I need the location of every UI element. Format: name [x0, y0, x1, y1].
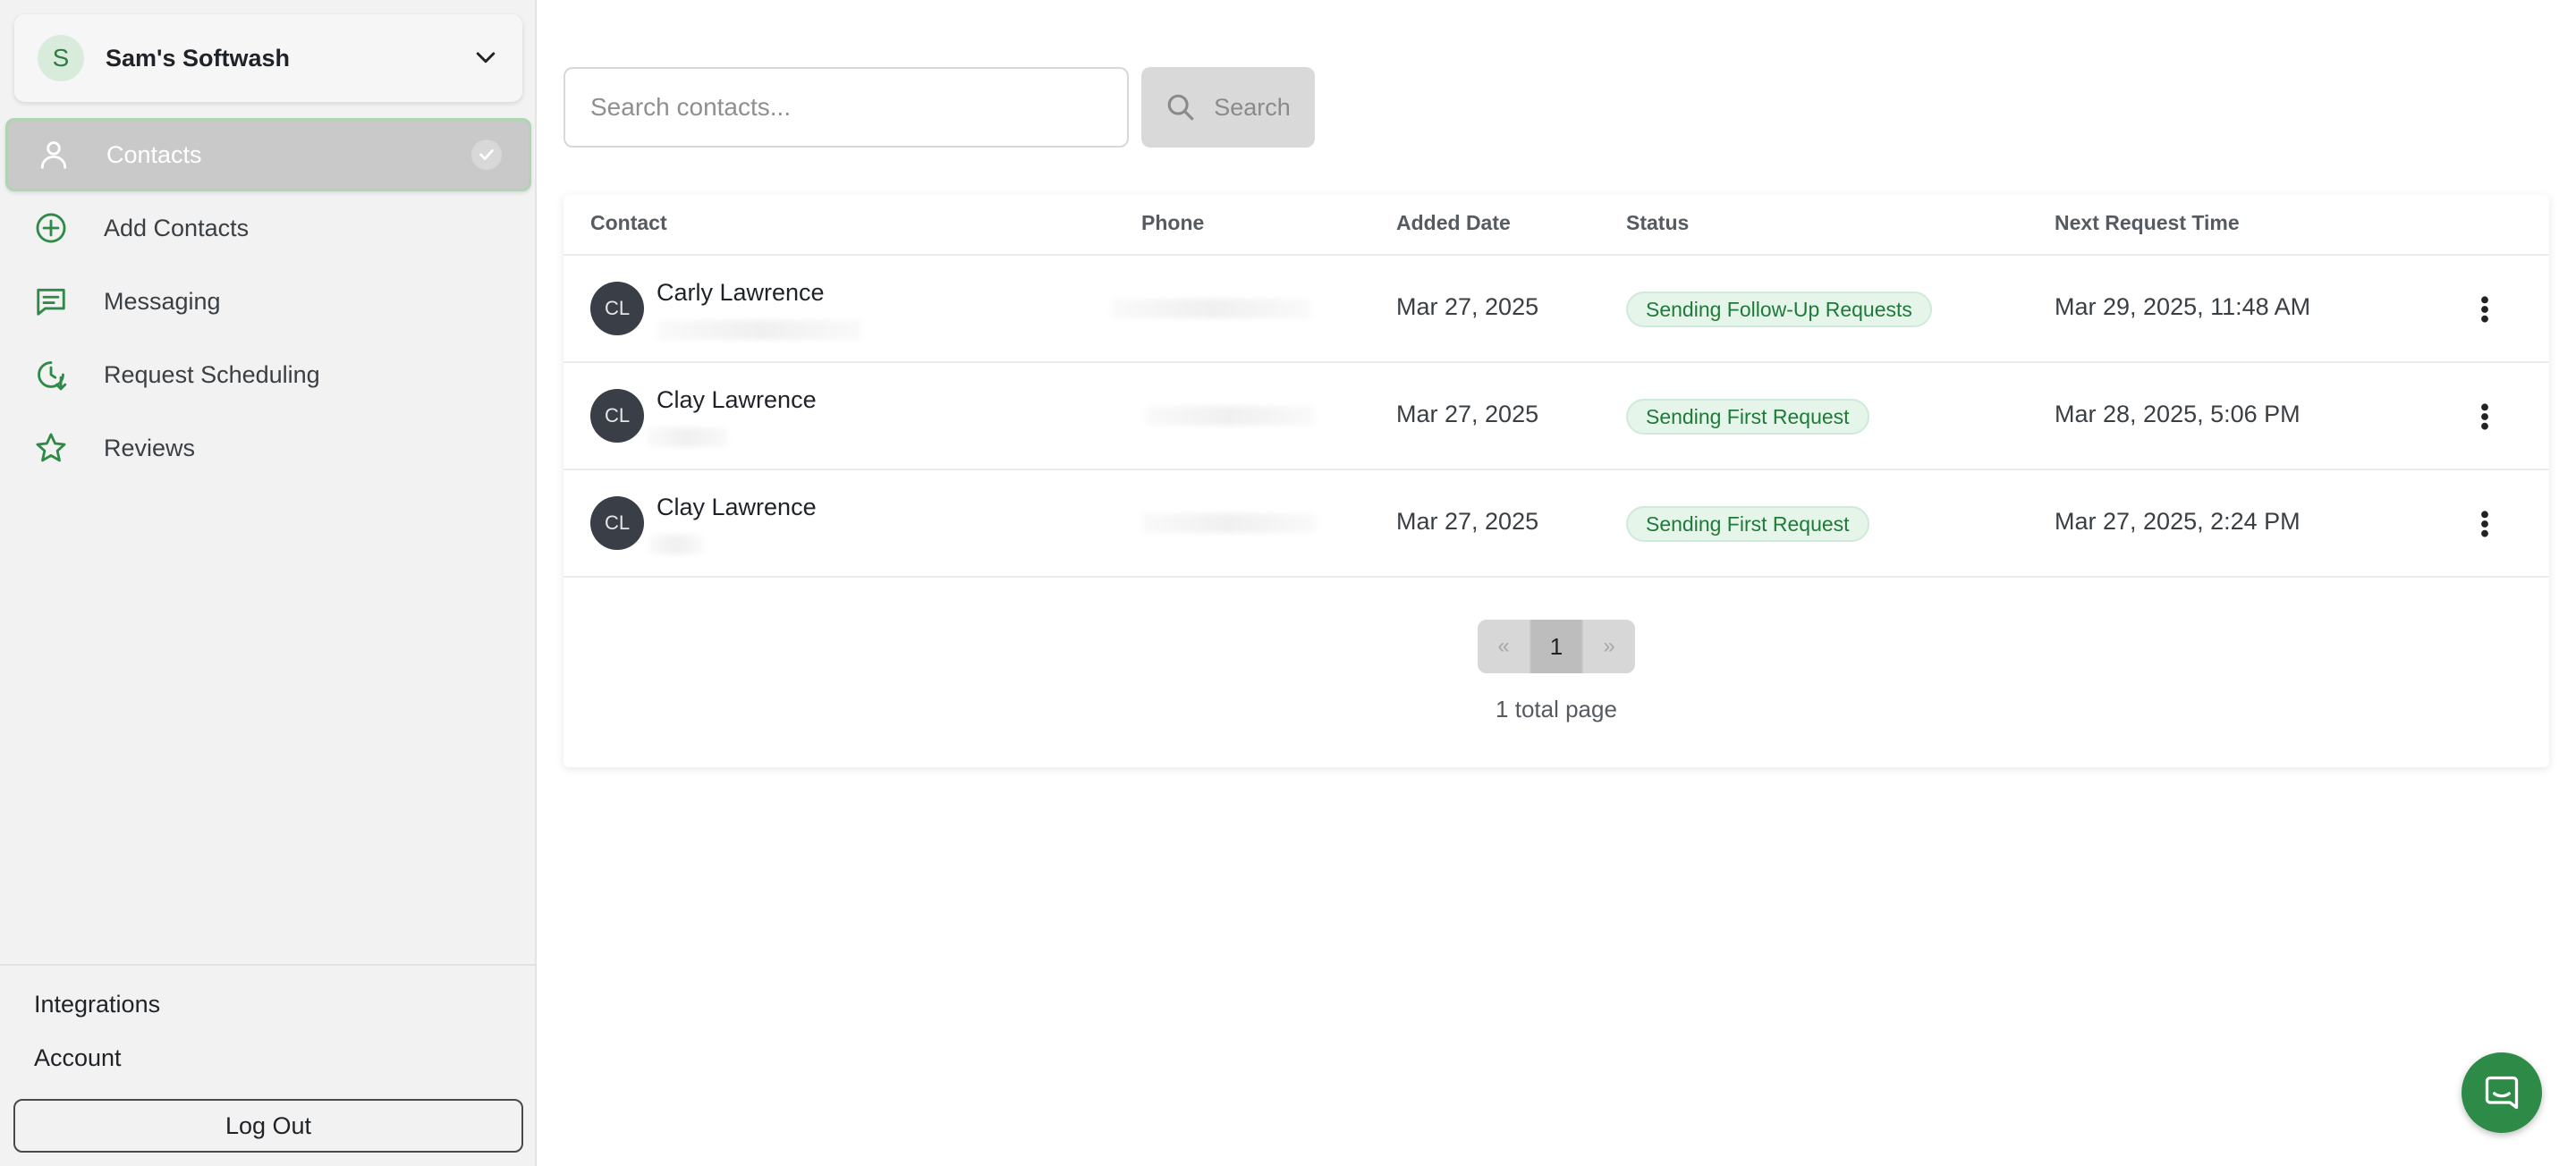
sidebar-item-label: Contacts: [106, 140, 202, 168]
redacted-phone: [1141, 513, 1317, 533]
sidebar: S Sam's Softwash Contacts Add Contacts M…: [0, 0, 537, 1166]
column-header-contact: Contact: [590, 211, 667, 234]
contact-name: Carly Lawrence: [657, 279, 825, 306]
column-header-next-request-time: Next Request Time: [2055, 211, 2240, 234]
account-link[interactable]: Account: [34, 1044, 122, 1072]
column-header-phone: Phone: [1141, 211, 1205, 234]
contact-name: Clay Lawrence: [657, 386, 817, 413]
sidebar-item-label: Messaging: [104, 287, 221, 315]
total-pages-label: 1 total page: [1496, 696, 1617, 722]
more-options-icon[interactable]: [2479, 510, 2490, 538]
redacted-email: [649, 535, 703, 554]
table-row[interactable]: CL Clay Lawrence Mar 27, 2025 Sending Fi…: [564, 363, 2549, 470]
sidebar-divider: [0, 964, 537, 966]
sidebar-item-reviews[interactable]: Reviews: [0, 411, 537, 485]
integrations-link[interactable]: Integrations: [34, 991, 160, 1018]
search-input[interactable]: [564, 67, 1129, 148]
search-icon: [1167, 94, 1194, 121]
next-request-time: Mar 27, 2025, 2:24 PM: [2055, 508, 2301, 535]
table-row[interactable]: CL Clay Lawrence Mar 27, 2025 Sending Fi…: [564, 470, 2549, 578]
sidebar-item-label: Reviews: [104, 434, 196, 461]
org-switcher[interactable]: S Sam's Softwash: [14, 14, 522, 102]
sidebar-item-add-contacts[interactable]: Add Contacts: [0, 191, 537, 265]
redacted-email: [657, 320, 862, 340]
sidebar-item-request-scheduling[interactable]: Request Scheduling: [0, 338, 537, 411]
redacted-phone: [1145, 406, 1315, 426]
table-header: Contact Phone Added Date Status Next Req…: [564, 195, 2549, 256]
added-date: Mar 27, 2025: [1396, 293, 1539, 320]
plus-circle-icon: [36, 213, 66, 243]
more-options-icon[interactable]: [2479, 295, 2490, 324]
column-header-added-date: Added Date: [1396, 211, 1511, 234]
contact-name: Clay Lawrence: [657, 494, 817, 520]
clock-icon: [38, 361, 67, 391]
status-badge: Sending Follow-Up Requests: [1626, 292, 1932, 327]
table-row[interactable]: CL Carly Lawrence Mar 27, 2025 Sending F…: [564, 256, 2549, 363]
status-badge: Sending First Request: [1626, 399, 1869, 435]
added-date: Mar 27, 2025: [1396, 401, 1539, 427]
prev-page-button[interactable]: «: [1478, 620, 1530, 673]
added-date: Mar 27, 2025: [1396, 508, 1539, 535]
redacted-email: [648, 427, 728, 447]
org-name: Sam's Softwash: [106, 44, 290, 72]
star-icon: [36, 433, 66, 462]
avatar: CL: [590, 389, 644, 443]
sidebar-item-messaging[interactable]: Messaging: [0, 265, 537, 338]
next-page-button[interactable]: »: [1583, 620, 1635, 673]
pagination: « 1 »: [1478, 620, 1635, 673]
sidebar-item-label: Request Scheduling: [104, 360, 320, 388]
contacts-table: Contact Phone Added Date Status Next Req…: [564, 195, 2549, 767]
next-request-time: Mar 28, 2025, 5:06 PM: [2055, 401, 2301, 427]
avatar: CL: [590, 282, 644, 335]
more-options-icon[interactable]: [2479, 402, 2490, 431]
avatar: CL: [590, 496, 644, 550]
sidebar-nav: Contacts Add Contacts Messaging Request …: [0, 118, 537, 485]
column-header-status: Status: [1626, 211, 1690, 234]
redacted-phone: [1111, 299, 1311, 318]
search-button-label: Search: [1214, 93, 1291, 121]
message-icon: [37, 288, 65, 316]
check-icon: [471, 139, 502, 170]
chat-icon: [2485, 1076, 2519, 1110]
org-avatar: S: [38, 35, 84, 81]
page-button-1[interactable]: 1: [1530, 620, 1583, 673]
search-button[interactable]: Search: [1141, 67, 1315, 148]
sidebar-item-contacts[interactable]: Contacts: [5, 118, 531, 191]
logout-button[interactable]: Log Out: [13, 1099, 523, 1153]
status-badge: Sending First Request: [1626, 506, 1869, 542]
sidebar-item-label: Add Contacts: [104, 214, 250, 241]
next-request-time: Mar 29, 2025, 11:48 AM: [2055, 293, 2311, 320]
user-icon: [40, 141, 67, 169]
chat-launcher-button[interactable]: [2462, 1052, 2542, 1133]
chevron-down-icon: [476, 52, 496, 63]
